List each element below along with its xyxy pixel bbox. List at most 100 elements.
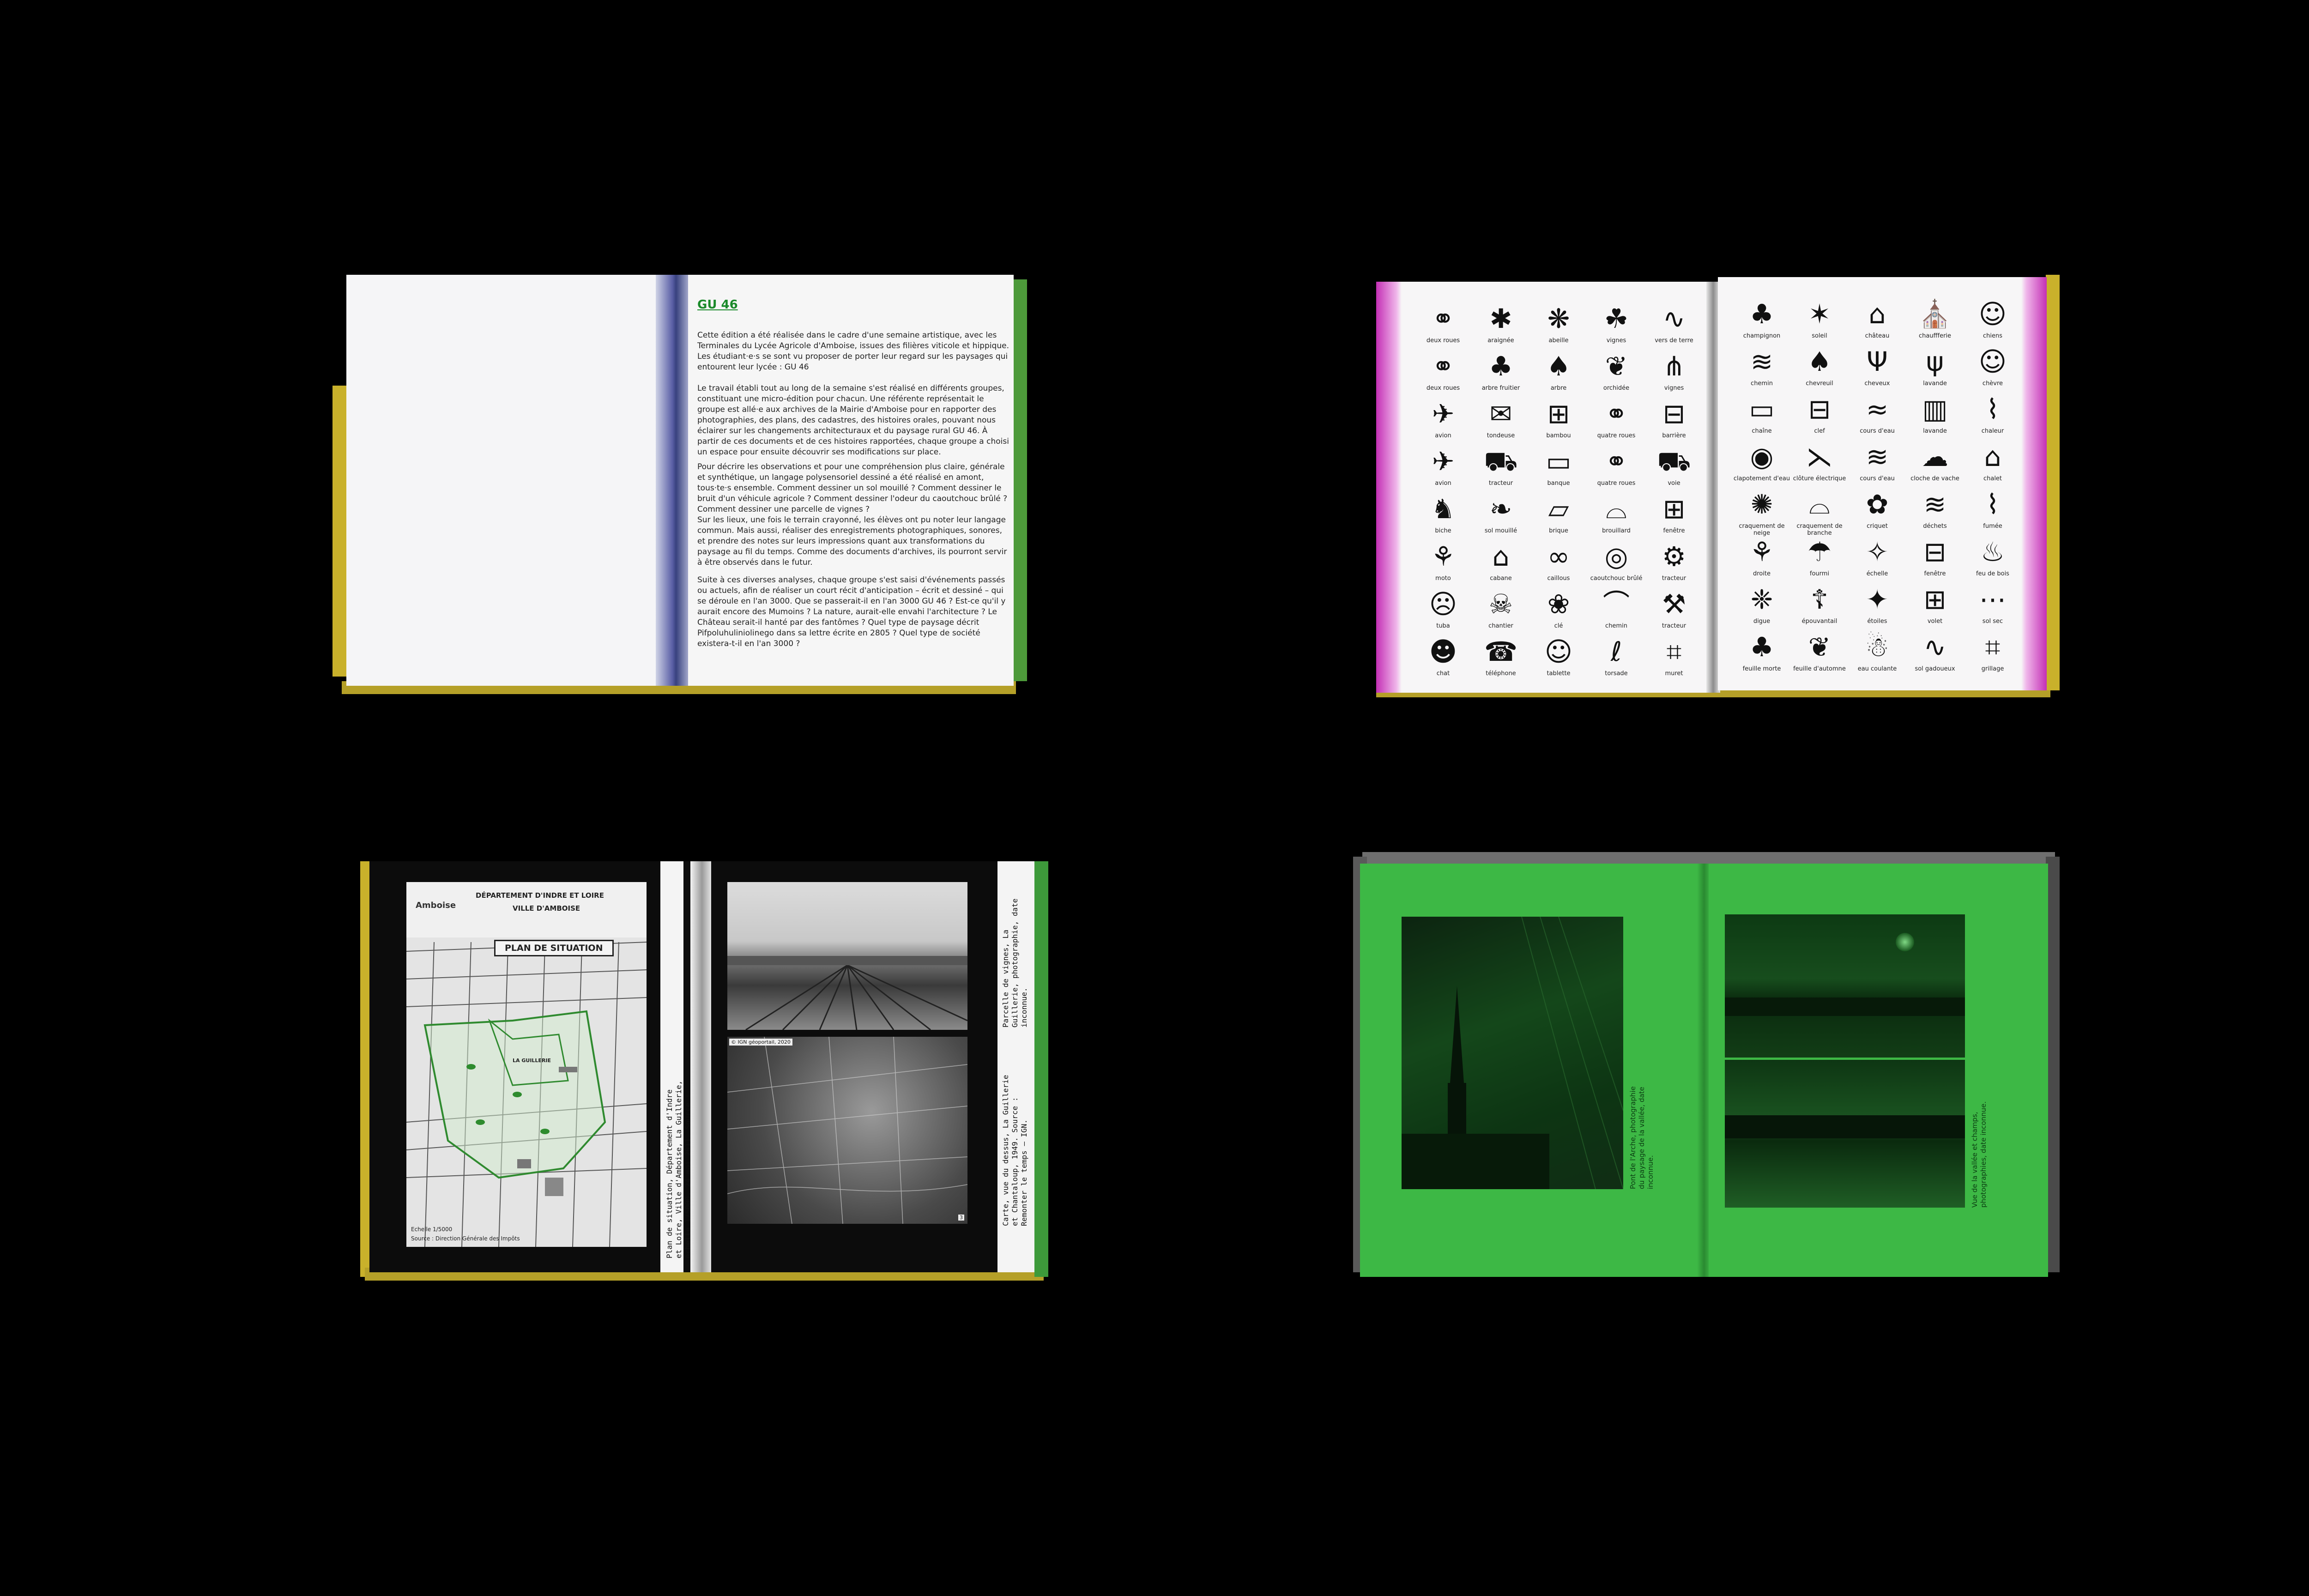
pictogram-icon: ⌗ bbox=[1985, 631, 2001, 663]
pictogram-label: tablette bbox=[1547, 670, 1571, 677]
pictogram-icon: ⊞ bbox=[1923, 584, 1946, 615]
pictogram-icon: ✈ bbox=[1432, 446, 1455, 477]
pictogram-label: déchets bbox=[1923, 523, 1947, 530]
map-scale: Echelle 1/5000 bbox=[411, 1226, 453, 1233]
pictogram-icon: ♣ bbox=[1489, 351, 1513, 382]
page-edge-right bbox=[2046, 275, 2060, 690]
map-place-label: LA GUILLERIE bbox=[513, 1058, 551, 1064]
pictogram-label: lavande bbox=[1923, 428, 1947, 435]
left-page bbox=[346, 275, 670, 686]
pictogram-label: lavande bbox=[1923, 380, 1947, 387]
pictogram-label: chevreuil bbox=[1806, 380, 1833, 387]
pictogram-label: sol gadoueux bbox=[1915, 665, 1955, 672]
pictogram-icon: ☦ bbox=[1811, 584, 1828, 615]
pictogram-label: sol sec bbox=[1982, 618, 2003, 625]
pictogram-icon: ⊟ bbox=[1662, 398, 1686, 429]
pictogram-label: avion bbox=[1435, 480, 1451, 487]
pictogram-label: torsade bbox=[1605, 670, 1628, 677]
pictogram-icon: ⋯ bbox=[1979, 584, 2006, 615]
pictogram-label: clé bbox=[1554, 623, 1563, 629]
pictogram-icon: ☎ bbox=[1484, 636, 1518, 667]
pictogram-label: fourmi bbox=[1809, 570, 1830, 577]
pictogram-label: clapotement d'eau bbox=[1733, 475, 1790, 482]
paragraph-5: Suite à ces diverses analyses, chaque gr… bbox=[697, 575, 1008, 648]
pictogram-label: échelle bbox=[1866, 570, 1888, 577]
pictogram-icon: ◉ bbox=[1750, 441, 1774, 472]
pictogram-label: caillous bbox=[1547, 575, 1570, 582]
pictogram-cell: ♣ feuille morte bbox=[1732, 629, 1792, 689]
aerial-photo: © IGN géoportail, 2020 3 bbox=[727, 1037, 967, 1224]
vineyard-photo bbox=[727, 882, 967, 1030]
pictogram-icon: ☁ bbox=[1922, 441, 1948, 472]
pictogram-icon: ⌂ bbox=[1492, 541, 1510, 572]
pictogram-label: grillage bbox=[1981, 665, 2004, 672]
pictogram-icon: ⋋ bbox=[1806, 441, 1833, 472]
pictogram-icon: ⊟ bbox=[1923, 536, 1946, 568]
pictogram-label: tracteur bbox=[1488, 480, 1513, 487]
moon-glow bbox=[1896, 933, 1914, 951]
aerial-photo-label: © IGN géoportail, 2020 bbox=[729, 1039, 792, 1046]
pictogram-icon: ⊞ bbox=[1662, 493, 1686, 525]
pictogram-label: étoiles bbox=[1867, 618, 1887, 625]
pictogram-icon: ☻ bbox=[1429, 636, 1457, 667]
right-caption-aerial: Carte, vue du dessus, La Guillerie et Ch… bbox=[1001, 1075, 1028, 1226]
pictogram-cell: ⌗ grillage bbox=[1963, 629, 2023, 689]
pictogram-icon: ⚙ bbox=[1662, 541, 1686, 572]
paragraph-1: Cette édition a été réalisée dans le cad… bbox=[697, 331, 1012, 372]
pictogram-icon: ❧ bbox=[1489, 493, 1512, 525]
pictogram-label: clef bbox=[1814, 428, 1825, 435]
pictogram-icon: ⌂ bbox=[1868, 298, 1886, 330]
pictogram-label: cloche de vache bbox=[1910, 475, 1959, 482]
left-photo-caption: Pont de l'Arche, photographie du paysage… bbox=[1629, 1086, 1655, 1189]
pictogram-grid-right: ♣ champignon ✶ soleil ⌂ château ⛪ chauffferie ☺ c… bbox=[1732, 296, 2018, 679]
book-gutter bbox=[690, 861, 713, 1272]
pictogram-icon: ❦ bbox=[1808, 631, 1831, 663]
pictogram-icon: ⚘ bbox=[1750, 536, 1774, 568]
pictogram-label: chaleur bbox=[1981, 428, 2004, 435]
pictogram-label: clôture électrique bbox=[1793, 475, 1846, 482]
pictogram-icon: ⋔ bbox=[1662, 351, 1686, 382]
pictogram-icon: ⌂ bbox=[1984, 441, 2001, 472]
pictogram-icon: ☺ bbox=[1978, 346, 2007, 377]
pictogram-label: brique bbox=[1549, 527, 1568, 534]
pictogram-icon: ⌓ bbox=[1606, 493, 1627, 525]
pictogram-icon: ♣ bbox=[1750, 298, 1774, 330]
pictogram-icon: ♣ bbox=[1750, 631, 1774, 663]
pictogram-icon: ⚭ bbox=[1605, 446, 1628, 477]
treeline bbox=[1725, 998, 1965, 1016]
pictogram-label: château bbox=[1865, 332, 1890, 339]
pictogram-icon: ✶ bbox=[1808, 298, 1831, 330]
pictogram-label: tondeuse bbox=[1487, 432, 1515, 439]
pictogram-icon: ≈ bbox=[1866, 393, 1889, 425]
pictogram-icon: ⌇ bbox=[1986, 393, 2000, 425]
pictogram-icon: ⌒ bbox=[1602, 588, 1630, 620]
night-landscape-photo bbox=[1725, 914, 1965, 1058]
church-field-photo bbox=[1402, 917, 1623, 1189]
pictogram-label: banque bbox=[1547, 480, 1570, 487]
pictogram-icon: ✦ bbox=[1866, 584, 1889, 615]
booklet-title: GU 46 bbox=[697, 298, 738, 312]
pictogram-icon: ✺ bbox=[1750, 489, 1773, 520]
map-source: Source : Direction Générale des Impôts bbox=[411, 1235, 520, 1242]
pictogram-icon: ☹ bbox=[1429, 588, 1457, 620]
pictogram-label: feuille d'automne bbox=[1793, 665, 1846, 672]
pictogram-icon: ⛟ bbox=[1484, 446, 1518, 477]
page-edge-right bbox=[1034, 861, 1048, 1277]
map-logo: Amboise bbox=[416, 901, 456, 910]
pictogram-icon: ⌗ bbox=[1666, 636, 1682, 667]
pictogram-icon: ⊞ bbox=[1547, 398, 1570, 429]
pictogram-cell: ∿ sol gadoueux bbox=[1905, 629, 1965, 689]
pictogram-icon: ☺ bbox=[1544, 636, 1573, 667]
pictogram-label: tracteur bbox=[1662, 623, 1686, 629]
booklet-pictogram-spread: ⚭ deux roues ✱ araignée ❋ abeille ☘ vignes ∿ vers… bbox=[1367, 275, 2060, 702]
pictogram-label: digue bbox=[1753, 618, 1771, 625]
pictogram-icon: ψ bbox=[1926, 346, 1944, 377]
pictogram-cell: ⌗ muret bbox=[1644, 633, 1704, 693]
treeline bbox=[1725, 1115, 1965, 1138]
pictogram-icon: ❦ bbox=[1605, 351, 1628, 382]
pictogram-icon: ▭ bbox=[1546, 446, 1572, 477]
left-page: Pont de l'Arche, photographie du paysage… bbox=[1360, 864, 1702, 1277]
pictogram-icon: ❋ bbox=[1547, 303, 1570, 334]
pictogram-label: chalet bbox=[1983, 475, 2002, 482]
pictogram-icon: ▱ bbox=[1548, 493, 1569, 525]
